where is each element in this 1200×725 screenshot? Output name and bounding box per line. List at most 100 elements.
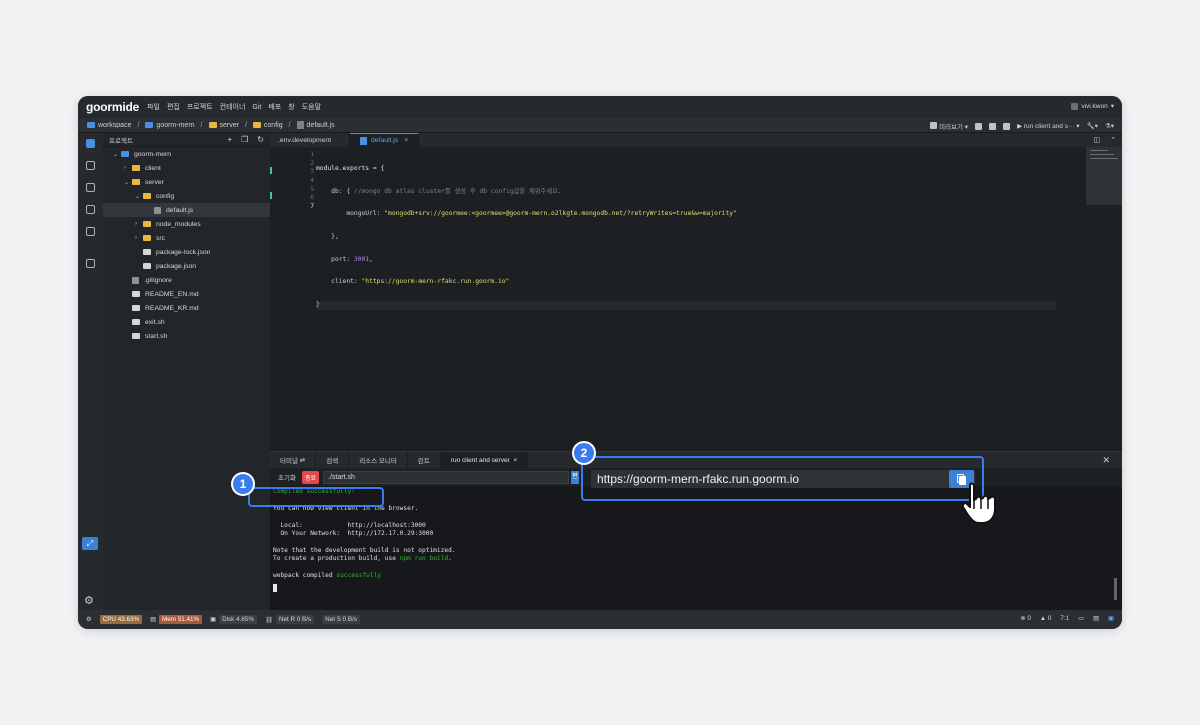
warning-icon: ▲ — [1039, 615, 1047, 622]
gear-icon[interactable]: ⚙ — [84, 594, 94, 607]
goormide-window: goormide 파일 편집 프로젝트 컨테이너 Git 배포 창 도움말 vi… — [78, 96, 1122, 629]
breadcrumb-workspace[interactable]: workspace — [87, 122, 131, 129]
menu-git[interactable]: Git — [252, 104, 261, 111]
build-tool-icon[interactable]: 🔧▾ — [1087, 122, 1098, 130]
refresh-icon[interactable]: ↻ — [257, 135, 264, 144]
tree-item-label: server — [145, 178, 164, 186]
running-url-field[interactable]: https://goorm-mern-rfakc.run.goorm.io — [591, 470, 975, 488]
statusbar: ⚙ CPU 43.63% ▤ Mem 51.41% ▣ Disk 4.65% ⛓ Ne… — [78, 610, 1122, 629]
tree-item-config[interactable]: ⌄ config — [103, 189, 270, 203]
close-icon[interactable]: × — [513, 457, 517, 464]
menu-deploy[interactable]: 배포 — [268, 102, 281, 112]
terminal-line: Note that the development build is not o… — [273, 547, 456, 554]
tree-item-node-modules[interactable]: › node_modules — [103, 217, 270, 231]
upload-icon[interactable] — [1003, 122, 1011, 130]
document-icon — [143, 249, 151, 255]
code-editor[interactable]: 1 2 3 4 5 6 7 module.exports = { db: { /… — [270, 147, 1122, 451]
vscode-icon[interactable] — [86, 259, 95, 268]
code-line: port: 3001, — [316, 255, 373, 263]
menu-project[interactable]: 프로젝트 — [187, 102, 213, 112]
command-input[interactable]: ./start.sh — [323, 470, 569, 484]
document-icon — [132, 319, 140, 325]
user-menu[interactable]: vivi.kwon ▾ — [1071, 102, 1114, 110]
tab-lint[interactable]: 린트 — [408, 452, 441, 468]
split-editor-icon[interactable]: ◫ — [1094, 136, 1101, 144]
tree-item-readme-kr-md[interactable]: README_KR.md — [103, 301, 270, 315]
file-icon — [154, 206, 161, 214]
file-icon — [132, 276, 139, 284]
refresh-icon[interactable]: ⇄ — [300, 456, 305, 464]
menu-help[interactable]: 도움말 — [302, 102, 321, 112]
tree-item-package-lock-json[interactable]: package-lock.json — [103, 245, 270, 259]
add-icon[interactable]: + — [227, 135, 232, 144]
tree-item-readme-en-md[interactable]: README_EN.md — [103, 287, 270, 301]
chevron-up-icon[interactable]: ⌃ — [1110, 136, 1116, 144]
tab-default-js[interactable]: default.js × — [350, 133, 420, 147]
document-icon — [132, 333, 140, 339]
close-panel-icon[interactable]: ✕ — [1102, 455, 1110, 466]
chat-icon[interactable]: ▤ — [1093, 615, 1099, 622]
tree-item--gitignore[interactable]: .gitignore — [103, 273, 270, 287]
breadcrumb-server[interactable]: server — [208, 122, 239, 129]
menu-container[interactable]: 컨테이너 — [220, 102, 246, 112]
menu-edit[interactable]: 편집 — [167, 102, 180, 112]
code-line-current: } — [316, 301, 1056, 310]
save-icon[interactable] — [975, 122, 983, 130]
preview-icon — [930, 122, 938, 129]
status-errors[interactable]: ⊗ 0 — [1020, 615, 1031, 622]
run-config-button[interactable]: ▶ run client and s··· ▾ — [1017, 122, 1079, 130]
tree-item-src[interactable]: › src — [103, 231, 270, 245]
callout-highlight-compiled — [248, 487, 384, 507]
stop-button[interactable]: 종료 — [301, 470, 319, 484]
preview-button[interactable]: 미리보기 ▾ — [930, 121, 968, 131]
flask-icon[interactable]: ⚗▾ — [1105, 122, 1114, 130]
tab-resource-monitor[interactable]: 리소스 모니터 — [349, 452, 408, 468]
tree-item-start-sh[interactable]: start.sh — [103, 329, 270, 343]
code-icon[interactable] — [86, 205, 95, 214]
tree-item-server[interactable]: ⌄ server — [103, 175, 270, 189]
outline-icon[interactable] — [86, 161, 95, 170]
tree-item-client[interactable]: › client — [103, 161, 270, 175]
layout-icon[interactable]: ▭ — [1078, 615, 1084, 622]
tab-run-client-and-server[interactable]: run client and server × — [440, 452, 529, 468]
close-icon[interactable]: × — [404, 137, 408, 144]
terminal-line: webpack compiled successfully — [273, 572, 382, 579]
edit-command-button[interactable]: 편 — [571, 470, 579, 484]
git-branch-icon[interactable] — [86, 183, 95, 192]
breadcrumb-separator: / — [200, 121, 203, 129]
breadcrumb-config[interactable]: config — [252, 122, 283, 129]
collapse-icon[interactable]: ❐ — [241, 135, 248, 144]
reset-button[interactable]: 초기화 — [278, 472, 296, 482]
status-settings[interactable]: ⚙ — [86, 616, 92, 623]
menu-file[interactable]: 파일 — [147, 102, 160, 112]
tree-item-goorm-mern[interactable]: ⌄ goorm-mern — [103, 147, 270, 161]
breadcrumb-project[interactable]: goorm-mern — [145, 122, 195, 129]
breadcrumb-file[interactable]: default.js — [296, 121, 335, 129]
status-cursor-position[interactable]: 7:1 — [1060, 615, 1069, 622]
tab-search[interactable]: 검색 — [316, 452, 350, 468]
status-warnings[interactable]: ▲ 0 — [1040, 615, 1052, 622]
expand-icon[interactable]: ⤢ — [82, 537, 98, 550]
disk-icon: ▣ — [210, 616, 217, 623]
terminal-scrollbar[interactable] — [1114, 578, 1117, 600]
tree-item-package-json[interactable]: package.json — [103, 259, 270, 273]
folder-icon — [143, 235, 151, 241]
minimap[interactable] — [1086, 147, 1122, 205]
activity-bar: ⤢ ⚙ — [78, 133, 103, 610]
tree-item-label: .gitignore — [144, 276, 172, 284]
code-line: mongoUrl: "mongodb+srv://goormee:<goorme… — [316, 210, 737, 218]
tree-item-exit-sh[interactable]: exit.sh — [103, 315, 270, 329]
code-content: module.exports = { db: { //mongo db atla… — [316, 151, 1056, 324]
tab-env-development[interactable]: .env.development — [270, 133, 350, 147]
save-all-icon[interactable] — [989, 122, 997, 130]
js-file-icon — [296, 121, 304, 129]
panel-icon[interactable]: ▣ — [1108, 615, 1114, 622]
tree-item-label: node_modules — [156, 220, 201, 228]
menu-window[interactable]: 창 — [288, 102, 294, 112]
tree-item-default-js[interactable]: default.js — [103, 203, 270, 217]
tree-item-label: README_EN.md — [145, 290, 199, 298]
project-explorer-icon[interactable] — [86, 139, 95, 148]
project-icon — [145, 122, 154, 128]
tab-terminal[interactable]: 터미널 ⇄ — [270, 452, 317, 468]
terminal-icon[interactable] — [86, 227, 95, 236]
